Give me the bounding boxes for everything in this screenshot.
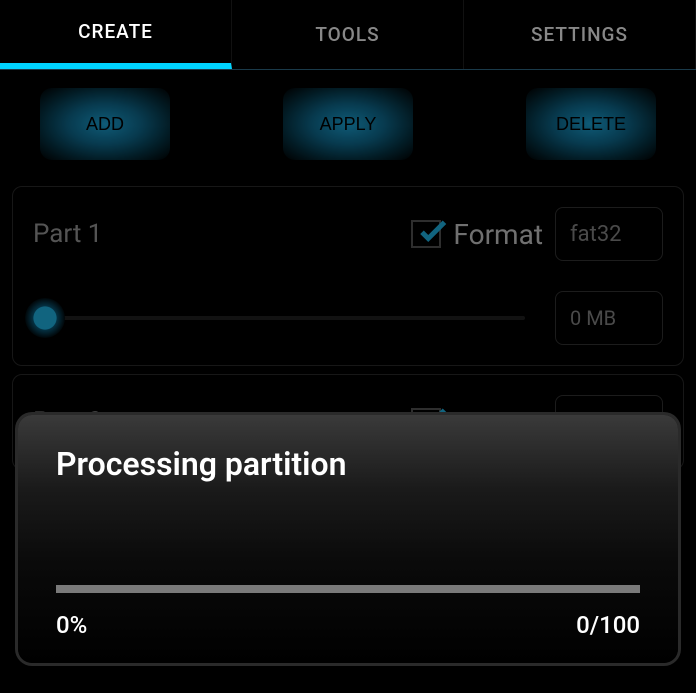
- apply-button-label: APPLY: [320, 114, 377, 135]
- check-icon: [415, 216, 449, 246]
- delete-button[interactable]: DELETE: [526, 88, 656, 160]
- delete-button-label: DELETE: [556, 114, 626, 135]
- progress-percent: 0%: [56, 611, 87, 639]
- tab-bar: CREATE TOOLS SETTINGS: [0, 0, 696, 70]
- filesystem-value: fat32: [570, 222, 622, 247]
- filesystem-select[interactable]: fat32: [555, 207, 663, 261]
- tab-settings-label: SETTINGS: [531, 23, 628, 46]
- action-bar: ADD APPLY DELETE: [0, 70, 696, 178]
- partition-label: Part 1: [33, 219, 102, 249]
- tab-tools[interactable]: TOOLS: [232, 0, 464, 69]
- tab-settings[interactable]: SETTINGS: [464, 0, 696, 69]
- dialog-title: Processing partition: [56, 445, 640, 483]
- progress-bar: [56, 585, 640, 593]
- tab-tools-label: TOOLS: [315, 23, 379, 46]
- tab-create-label: CREATE: [78, 20, 153, 43]
- tab-create[interactable]: CREATE: [0, 0, 232, 69]
- add-button-label: ADD: [86, 114, 124, 135]
- dialog-backdrop: Processing partition 0% 0/100: [0, 273, 696, 693]
- format-label: Format: [453, 218, 543, 251]
- progress-dialog: Processing partition 0% 0/100: [18, 415, 678, 663]
- add-button[interactable]: ADD: [40, 88, 170, 160]
- progress-counter: 0/100: [576, 611, 640, 639]
- apply-button[interactable]: APPLY: [283, 88, 413, 160]
- format-checkbox[interactable]: [411, 220, 441, 248]
